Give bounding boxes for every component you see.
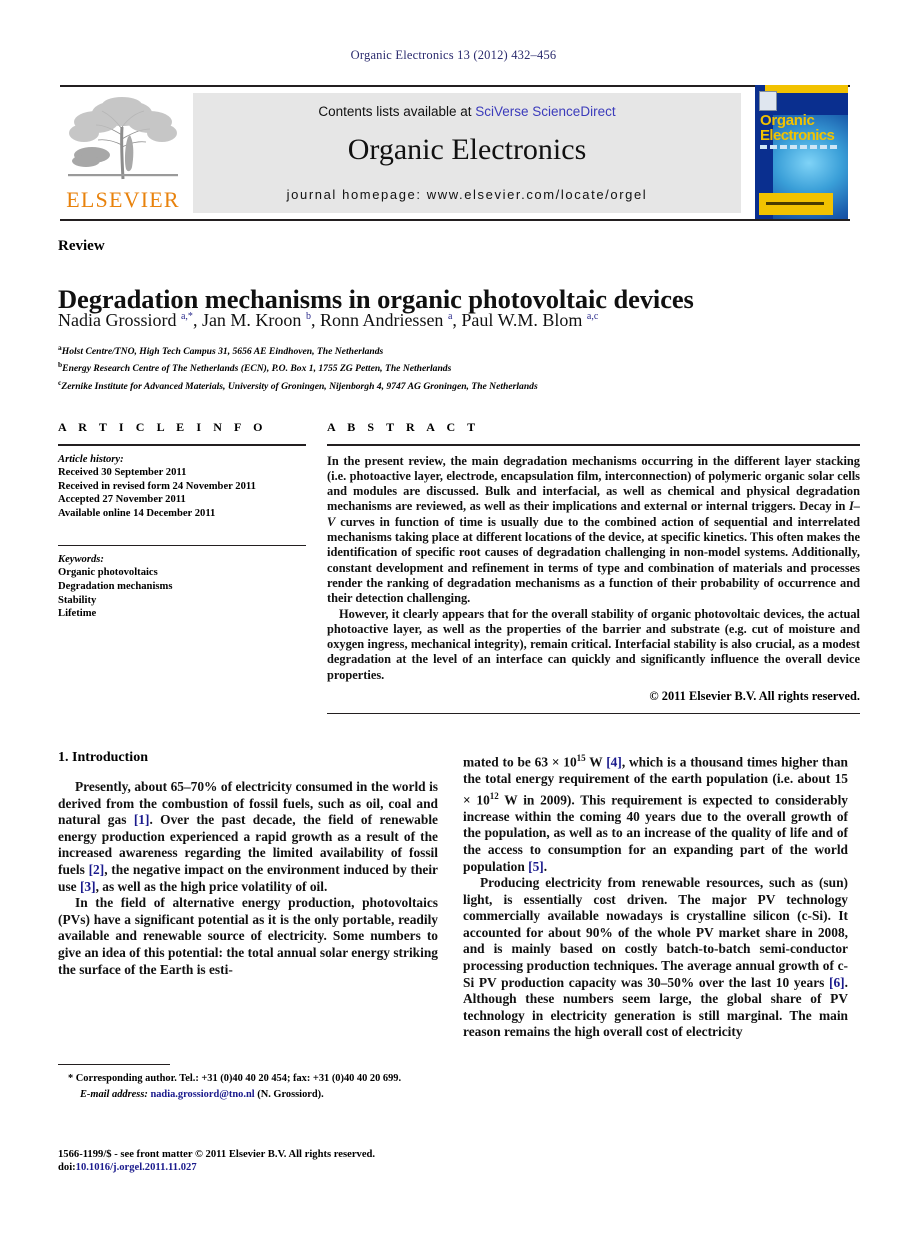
author-list: Nadia Grossiord a,*, Jan M. Kroon b, Ron… bbox=[58, 310, 599, 330]
email-owner: (N. Grossiord). bbox=[257, 1089, 324, 1101]
contents-available-line: Contents lists available at SciVerse Sci… bbox=[193, 104, 741, 119]
issn-line: 1566-1199/$ - see front matter © 2011 El… bbox=[58, 1149, 376, 1160]
footnote-block: * Corresponding author. Tel.: +31 (0)40 … bbox=[58, 1064, 438, 1101]
email-link[interactable]: nadia.grossiord@tno.nl bbox=[150, 1089, 254, 1100]
affiliation-text: Holst Centre/TNO, High Tech Campus 31, 5… bbox=[61, 346, 384, 358]
abstract-rule bbox=[327, 444, 860, 446]
body-paragraph: mated to be 63 × 1015 W [4], which is a … bbox=[463, 753, 848, 874]
history-item: Received in revised form 24 November 201… bbox=[58, 480, 256, 492]
section-heading-introduction: 1. Introduction bbox=[58, 750, 148, 765]
contents-prefix-text: Contents lists available at bbox=[318, 104, 472, 119]
abstract-paragraph: However, it clearly appears that for the… bbox=[327, 606, 860, 682]
abstract-heading: A B S T R A C T bbox=[327, 420, 480, 434]
keyword-item: Organic photovoltaics bbox=[58, 567, 158, 579]
email-line: E-mail address: nadia.grossiord@tno.nl (… bbox=[58, 1088, 438, 1101]
journal-masthead: ELSEVIER Contents lists available at Sci… bbox=[60, 85, 850, 221]
affiliation-item: bEnergy Research Centre of The Netherlan… bbox=[58, 358, 858, 375]
cover-subtitle-rule bbox=[760, 145, 840, 149]
body-paragraph: Producing electricity from renewable res… bbox=[463, 875, 848, 1040]
imprint-block: 1566-1199/$ - see front matter © 2011 El… bbox=[58, 1148, 458, 1175]
keywords-label: Keywords: bbox=[58, 553, 104, 565]
affiliation-text: Zernike Institute for Advanced Materials… bbox=[61, 380, 538, 392]
abstract-body: In the present review, the main degradat… bbox=[327, 454, 860, 683]
masthead-band: Contents lists available at SciVerse Sci… bbox=[193, 93, 741, 213]
masthead-top-rule bbox=[60, 85, 850, 87]
elsevier-wordmark: ELSEVIER bbox=[66, 187, 180, 212]
corresponding-author-text: * Corresponding author. Tel.: +31 (0)40 … bbox=[68, 1073, 402, 1085]
keywords-rule bbox=[58, 544, 306, 546]
masthead-bottom-rule bbox=[60, 219, 850, 221]
elsevier-tree-icon bbox=[68, 97, 178, 180]
journal-homepage-link[interactable]: journal homepage: www.elsevier.com/locat… bbox=[193, 187, 741, 202]
cover-title-line2: Electronics bbox=[760, 127, 835, 144]
body-text-right: mated to be 63 × 1015 W [4], which is a … bbox=[463, 750, 848, 1041]
abstract-copyright: © 2011 Elsevier B.V. All rights reserved… bbox=[649, 689, 860, 704]
body-column-right: mated to be 63 × 1015 W [4], which is a … bbox=[463, 750, 848, 1041]
article-info-rule bbox=[58, 444, 306, 446]
history-item: Received 30 September 2011 bbox=[58, 467, 187, 479]
body-paragraph: Presently, about 65–70% of electricity c… bbox=[58, 779, 439, 894]
affiliation-item: cZernike Institute for Advanced Material… bbox=[58, 376, 858, 393]
paper-page: Organic Electronics 13 (2012) 432–456 EL… bbox=[0, 0, 907, 1238]
footnote-rule bbox=[58, 1064, 170, 1066]
article-history-block: Article history: Received 30 September 2… bbox=[58, 453, 306, 521]
cover-title-line1: Organic bbox=[760, 112, 815, 129]
article-type-label: Review bbox=[58, 238, 105, 254]
keyword-item: Degradation mechanisms bbox=[58, 580, 173, 592]
affiliation-list: aHolst Centre/TNO, High Tech Campus 31, … bbox=[58, 341, 858, 393]
affiliation-item: aHolst Centre/TNO, High Tech Campus 31, … bbox=[58, 341, 858, 358]
article-info-column: A R T I C L E I N F O Article history: R… bbox=[58, 420, 306, 621]
abstract-column: A B S T R A C T In the present review, t… bbox=[327, 420, 860, 715]
article-info-heading: A R T I C L E I N F O bbox=[58, 420, 268, 434]
body-column-left: 1. Introduction Presently, about 65–70% … bbox=[58, 750, 438, 978]
doi-prefix: doi: bbox=[58, 1162, 76, 1174]
keyword-item: Lifetime bbox=[58, 608, 97, 620]
elsevier-logo: ELSEVIER bbox=[62, 95, 184, 213]
journal-cover-thumbnail[interactable]: Organic Electronics bbox=[755, 85, 848, 221]
cover-bottom-box bbox=[759, 193, 833, 215]
doi-link[interactable]: 10.1016/j.orgel.2011.11.027 bbox=[76, 1162, 197, 1173]
body-paragraph: In the field of alternative energy produ… bbox=[58, 895, 438, 977]
abstract-paragraph: In the present review, the main degradat… bbox=[327, 453, 860, 606]
journal-title: Organic Electronics bbox=[347, 133, 587, 166]
email-label: E-mail address: bbox=[80, 1089, 148, 1101]
corresponding-author-note: * Corresponding author. Tel.: +31 (0)40 … bbox=[58, 1072, 438, 1101]
sciencedirect-link[interactable]: SciVerse ScienceDirect bbox=[475, 104, 615, 119]
cover-top-bar bbox=[765, 85, 848, 93]
cover-publisher-emblem-icon bbox=[759, 91, 777, 111]
history-item: Accepted 27 November 2011 bbox=[58, 494, 186, 506]
article-history-label: Article history: bbox=[58, 453, 124, 465]
keyword-item: Stability bbox=[58, 594, 97, 606]
body-text-left: Presently, about 65–70% of electricity c… bbox=[58, 779, 438, 978]
doi-line: doi:10.1016/j.orgel.2011.11.027 bbox=[58, 1161, 458, 1174]
abstract-bottom-rule bbox=[327, 713, 860, 715]
keywords-block: Keywords: Organic photovoltaics Degradat… bbox=[58, 553, 306, 621]
history-item: Available online 14 December 2011 bbox=[58, 507, 216, 519]
running-head: Organic Electronics 13 (2012) 432–456 bbox=[350, 48, 557, 62]
affiliation-text: Energy Research Centre of The Netherland… bbox=[62, 363, 452, 375]
